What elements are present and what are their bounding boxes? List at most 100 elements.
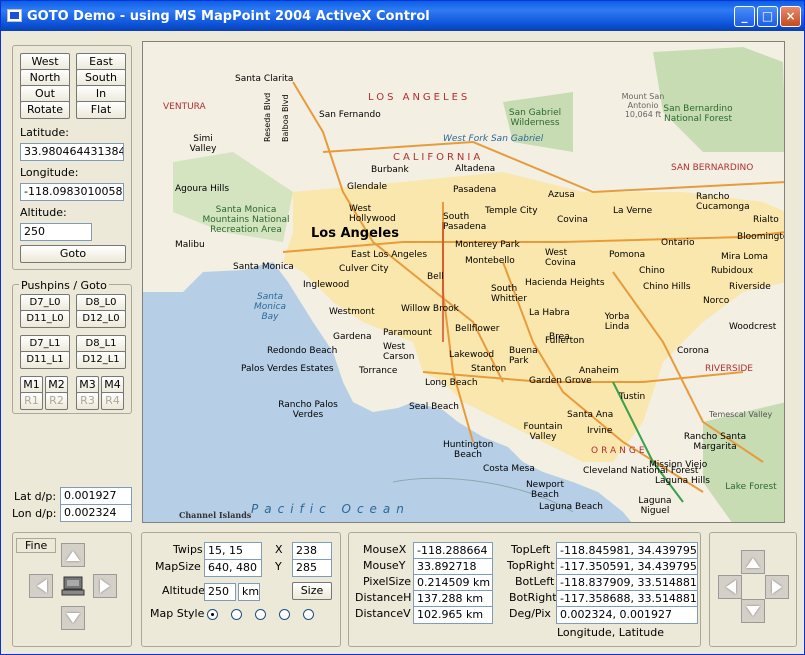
map-label-covina: Covina bbox=[557, 215, 588, 225]
degpix-field[interactable]: 0.002324, 0.001927 bbox=[556, 606, 698, 624]
map-label-rancho-palos-verdes: Rancho Palos Verdes bbox=[278, 400, 338, 420]
map-style-radio-1[interactable] bbox=[207, 609, 218, 620]
minimize-button[interactable]: _ bbox=[734, 6, 755, 27]
size-button[interactable]: Size bbox=[292, 582, 332, 600]
r2-button[interactable]: R2 bbox=[45, 392, 68, 410]
map-label-paramount: Paramount bbox=[383, 328, 432, 338]
map-label-riverside: Riverside bbox=[729, 282, 771, 292]
map-label-burbank: Burbank bbox=[371, 165, 409, 175]
map-label-san-bernardino: SAN BERNARDINO bbox=[671, 163, 754, 173]
map-label-laguna-hills: Laguna Hills bbox=[655, 476, 710, 486]
map-label-la-verne: La Verne bbox=[613, 206, 653, 216]
pan-down-arrow-button[interactable] bbox=[741, 599, 765, 623]
navigation-group: West East North South Out In Rotate Flat… bbox=[12, 45, 132, 270]
map-label-ventura: VENTURA bbox=[163, 102, 206, 112]
map-label-irvine: Irvine bbox=[587, 426, 613, 436]
fine-left-arrow-button[interactable] bbox=[29, 574, 53, 598]
map-label-yorba-linda: Yorba Linda bbox=[604, 312, 630, 332]
map-label-garden-grove: Garden Grove bbox=[529, 376, 592, 386]
r4-button[interactable]: R4 bbox=[101, 392, 124, 410]
map-label-gardena: Gardena bbox=[333, 332, 372, 342]
flat-button[interactable]: Flat bbox=[76, 101, 126, 119]
map-label-west-hollywood: West Hollywood bbox=[349, 204, 396, 224]
map-style-radio-4[interactable] bbox=[279, 609, 290, 620]
map-label-newport-beach: Newport Beach bbox=[525, 480, 565, 500]
mapsize-label: MapSize bbox=[155, 560, 201, 573]
map-label-chino: Chino bbox=[639, 266, 665, 276]
pan-up-arrow-button[interactable] bbox=[741, 550, 765, 574]
fine-up-arrow-button[interactable] bbox=[61, 543, 85, 567]
map-label-california: CALIFORNIA bbox=[393, 152, 484, 163]
distancev-field[interactable]: 102.965 km bbox=[413, 606, 493, 624]
altitude-field-2[interactable]: 250 bbox=[204, 583, 236, 601]
twips-label: Twips bbox=[173, 543, 203, 556]
map-label-woodcrest: Woodcrest bbox=[729, 322, 777, 332]
longitude-field[interactable]: -118.098301005872 bbox=[20, 183, 124, 201]
botright-label: BotRight bbox=[509, 591, 557, 604]
map-label-lakewood: Lakewood bbox=[449, 350, 495, 360]
distancev-label: DistanceV bbox=[355, 607, 411, 620]
map-label-monterey-park: Monterey Park bbox=[455, 240, 520, 250]
x-field[interactable]: 238 bbox=[292, 542, 332, 560]
mousey-label: MouseY bbox=[363, 559, 406, 572]
map-style-radio-5[interactable] bbox=[303, 609, 314, 620]
latitude-label: Latitude: bbox=[20, 126, 69, 139]
fine-down-arrow-button[interactable] bbox=[61, 606, 85, 630]
map-label-azusa: Azusa bbox=[548, 190, 575, 200]
map-label-temple-city: Temple City bbox=[485, 206, 538, 216]
map-label-ontario: Ontario bbox=[661, 238, 695, 248]
fine-right-arrow-button[interactable] bbox=[93, 574, 117, 598]
pan-arrows-group bbox=[709, 532, 797, 647]
close-button[interactable]: × bbox=[780, 6, 801, 27]
pushpin-d12-l1-button[interactable]: D12_L1 bbox=[76, 351, 126, 369]
topright-label: TopRight bbox=[507, 559, 555, 572]
map-label-culver-city: Culver City bbox=[339, 264, 389, 274]
lat-dpp-label: Lat d/p: bbox=[14, 490, 57, 503]
map-label-pasadena: Pasadena bbox=[453, 185, 497, 195]
longitude-label: Longitude: bbox=[20, 166, 79, 179]
map-label-tustin: Tustin bbox=[619, 392, 646, 402]
map-label-west-carson: West Carson bbox=[383, 342, 415, 362]
map-label-rancho-cucamonga: Rancho Cucamonga bbox=[696, 192, 750, 212]
map-label-west-fork-san-gabriel: West Fork San Gabriel bbox=[443, 134, 544, 144]
map-label-bell: Bell bbox=[427, 272, 444, 282]
twips-field[interactable]: 15, 15 bbox=[204, 542, 262, 560]
rotate-button[interactable]: Rotate bbox=[20, 101, 70, 119]
map-label-laguna-beach: Laguna Beach bbox=[539, 502, 603, 512]
computer-icon[interactable] bbox=[61, 574, 85, 598]
title-bar[interactable]: GOTO Demo - using MS MapPoint 2004 Activ… bbox=[1, 1, 804, 31]
maximize-button[interactable]: □ bbox=[757, 6, 778, 27]
latitude-field[interactable]: 33.9804644313843 bbox=[20, 143, 124, 161]
goto-button[interactable]: Goto bbox=[20, 245, 126, 263]
map-style-radio-3[interactable] bbox=[255, 609, 266, 620]
pan-right-arrow-button[interactable] bbox=[765, 575, 789, 599]
window-title: GOTO Demo - using MS MapPoint 2004 Activ… bbox=[27, 9, 430, 24]
pushpin-d11-l0-button[interactable]: D11_L0 bbox=[20, 310, 70, 328]
map-label-channel-islands: Channel Islands bbox=[179, 510, 252, 520]
map-label-altadena: Altadena bbox=[455, 164, 496, 174]
app-window: GOTO Demo - using MS MapPoint 2004 Activ… bbox=[0, 0, 805, 655]
pushpin-d12-l0-button[interactable]: D12_L0 bbox=[76, 310, 126, 328]
map-style-radio-2[interactable] bbox=[231, 609, 242, 620]
pan-left-arrow-button[interactable] bbox=[718, 575, 742, 599]
altitude-field[interactable]: 250 bbox=[20, 223, 92, 241]
lon-dpp-field[interactable]: 0.002324 bbox=[60, 504, 132, 522]
r3-button[interactable]: R3 bbox=[76, 392, 99, 410]
fine-button[interactable]: Fine bbox=[16, 538, 57, 553]
map-label-agoura-hills: Agoura Hills bbox=[175, 184, 230, 194]
botleft-label: BotLeft bbox=[515, 575, 555, 588]
r1-button[interactable]: R1 bbox=[20, 392, 43, 410]
map-label-east-los-angeles: East Los Angeles bbox=[351, 250, 428, 260]
mapsize-field[interactable]: 640, 480 bbox=[204, 559, 262, 577]
map-label-san-fernando: San Fernando bbox=[319, 110, 381, 120]
altitude-unit-field[interactable]: km bbox=[238, 583, 260, 601]
map-view[interactable]: Santa Clarita LOS ANGELES San Gabriel Wi… bbox=[142, 41, 785, 523]
pushpin-d11-l1-button[interactable]: D11_L1 bbox=[20, 351, 70, 369]
lat-dpp-field[interactable]: 0.001927 bbox=[60, 487, 132, 505]
map-label-temescal-valley: Temescal Valley bbox=[709, 410, 773, 419]
map-label-rubidoux: Rubidoux bbox=[711, 266, 754, 276]
map-label-balboa-blvd: Balboa Blvd bbox=[281, 94, 290, 142]
y-field[interactable]: 285 bbox=[292, 559, 332, 577]
map-label-norco: Norco bbox=[703, 296, 730, 306]
map-label-santa-monica: Santa Monica bbox=[233, 262, 294, 272]
